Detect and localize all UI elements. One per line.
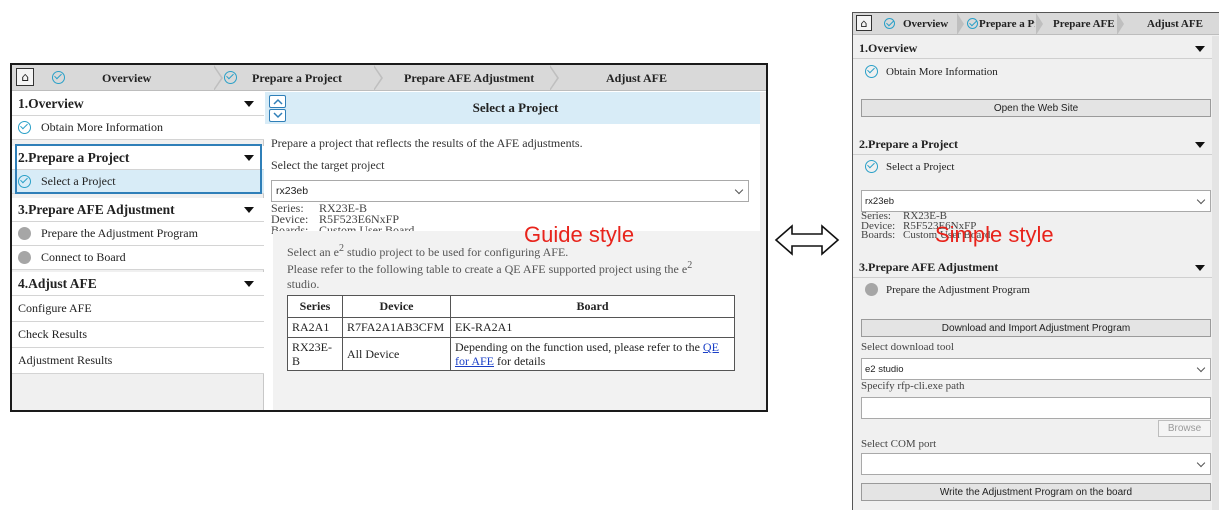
table-row: RX23E-B All Device Depending on the func… [287, 337, 735, 371]
section-overview-header[interactable]: 1.Overview [12, 92, 264, 116]
breadcrumb-prepare-project[interactable]: Prepare a Project [252, 65, 342, 91]
project-select[interactable]: rx23eb [271, 180, 749, 202]
breadcrumb-separator [549, 66, 557, 90]
check-circle-icon [18, 121, 31, 134]
check-circle-icon [865, 65, 878, 78]
home-icon[interactable]: ⌂ [16, 68, 34, 86]
guide-style-label: Guide style [524, 222, 635, 247]
item-obtain-info: Obtain More Information [865, 65, 998, 78]
note-line-2: Please refer to the following table to c… [287, 260, 693, 291]
chevron-down-icon [273, 112, 283, 119]
caret-down-icon [1195, 142, 1205, 148]
breadcrumb-prepare-afe[interactable]: Prepare AFE Adjustment [404, 65, 534, 91]
simple-style-window: ⌂ Overview Prepare a Pro Prepare AFE Adj… [852, 12, 1219, 510]
chevron-up-icon [273, 98, 283, 105]
check-circle-icon [865, 160, 878, 173]
check-circle-icon [52, 71, 65, 84]
guide-style-window: ⌂ Overview Prepare a Project Prepare AFE… [10, 63, 768, 412]
home-icon[interactable]: ⌂ [856, 15, 872, 31]
download-import-button[interactable]: Download and Import Adjustment Program [861, 319, 1211, 337]
caret-down-icon [1195, 46, 1205, 52]
sidebar-item-connect-board[interactable]: Connect to Board [12, 246, 264, 270]
tool-select[interactable]: e2 studio [861, 358, 1211, 380]
pending-dot-icon [18, 251, 31, 264]
table-row: RA2A1 R7FA2A1AB3CFM EK-RA2A1 [287, 317, 735, 338]
table-header: Series [287, 295, 343, 318]
help-note: Select an e2 studio project to be used f… [273, 231, 760, 410]
pending-dot-icon [865, 283, 878, 296]
breadcrumb-separator [957, 13, 964, 35]
breadcrumb-overview[interactable]: Overview [102, 65, 151, 91]
double-arrow-icon [774, 224, 840, 256]
caret-down-icon [244, 101, 254, 107]
breadcrumb-separator [1117, 13, 1124, 35]
sidebar-item-adjustment-results[interactable]: Adjustment Results [12, 348, 264, 374]
sidebar-item-obtain-info[interactable]: Obtain More Information [12, 116, 264, 140]
com-label: Select COM port [861, 438, 937, 450]
selected-section-highlight [15, 144, 262, 194]
breadcrumb-prepare-project[interactable]: Prepare a Pro [979, 13, 1035, 35]
section-overview-header[interactable]: 1.Overview [853, 39, 1213, 59]
write-program-button[interactable]: Write the Adjustment Program on the boar… [861, 483, 1211, 501]
breadcrumb: ⌂ Overview Prepare a Project Prepare AFE… [12, 65, 766, 91]
chevron-down-icon [1196, 195, 1206, 205]
sidebar-item-prepare-program[interactable]: Prepare the Adjustment Program [12, 222, 264, 246]
supported-table: Series Device Board RA2A1 R7FA2A1AB3CFM … [287, 295, 735, 371]
description-text: Prepare a project that reflects the resu… [271, 136, 583, 150]
scrollbar[interactable] [760, 92, 766, 410]
tool-label: Select download tool [861, 341, 954, 353]
sidebar: 1.Overview Obtain More Information 2.Pre… [12, 92, 264, 410]
section-prepare-afe-header[interactable]: 3.Prepare AFE Adjustment [853, 258, 1213, 278]
sidebar-item-configure-afe[interactable]: Configure AFE [12, 296, 264, 322]
pending-dot-icon [18, 227, 31, 240]
project-select[interactable]: rx23eb [861, 190, 1211, 212]
breadcrumb-adjust-afe[interactable]: Adjust AFE [1147, 13, 1203, 35]
simple-style-label: Simple style [935, 222, 1054, 247]
item-prepare-program: Prepare the Adjustment Program [865, 283, 1030, 296]
scroll-up-button[interactable] [269, 95, 286, 108]
check-circle-icon [967, 18, 978, 29]
scrollbar[interactable] [1212, 36, 1219, 510]
caret-down-icon [244, 207, 254, 213]
path-label: Specify rfp-cli.exe path [861, 380, 965, 392]
breadcrumb-adjust-afe[interactable]: Adjust AFE [606, 65, 667, 91]
breadcrumb-separator [213, 66, 221, 90]
browse-button[interactable]: Browse [1158, 420, 1211, 437]
caret-down-icon [244, 281, 254, 287]
select-label: Select the target project [271, 158, 385, 172]
breadcrumb: ⌂ Overview Prepare a Pro Prepare AFE Adj… [853, 13, 1219, 35]
scroll-down-button[interactable] [269, 109, 286, 122]
com-select[interactable] [861, 453, 1211, 475]
path-input[interactable] [861, 397, 1211, 419]
chevron-down-icon [1196, 363, 1206, 373]
chevron-down-icon [734, 185, 744, 195]
main-content: Select a Project Prepare a project that … [265, 92, 766, 410]
breadcrumb-overview[interactable]: Overview [903, 13, 948, 35]
breadcrumb-separator [373, 66, 381, 90]
table-header: Device [342, 295, 451, 318]
page-title: Select a Project [265, 92, 766, 124]
chevron-down-icon [1196, 458, 1206, 468]
item-select-project: Select a Project [865, 160, 954, 173]
breadcrumb-prepare-afe[interactable]: Prepare AFE [1053, 13, 1115, 35]
open-website-button[interactable]: Open the Web Site [861, 99, 1211, 117]
section-adjust-afe-header[interactable]: 4.Adjust AFE [12, 272, 264, 296]
sidebar-item-check-results[interactable]: Check Results [12, 322, 264, 348]
check-circle-icon [224, 71, 237, 84]
check-circle-icon [884, 18, 895, 29]
table-header: Board [450, 295, 735, 318]
section-prepare-afe-header[interactable]: 3.Prepare AFE Adjustment [12, 198, 264, 222]
caret-down-icon [1195, 265, 1205, 271]
breadcrumb-separator [1036, 13, 1043, 35]
section-prepare-project-header[interactable]: 2.Prepare a Project [853, 135, 1213, 155]
